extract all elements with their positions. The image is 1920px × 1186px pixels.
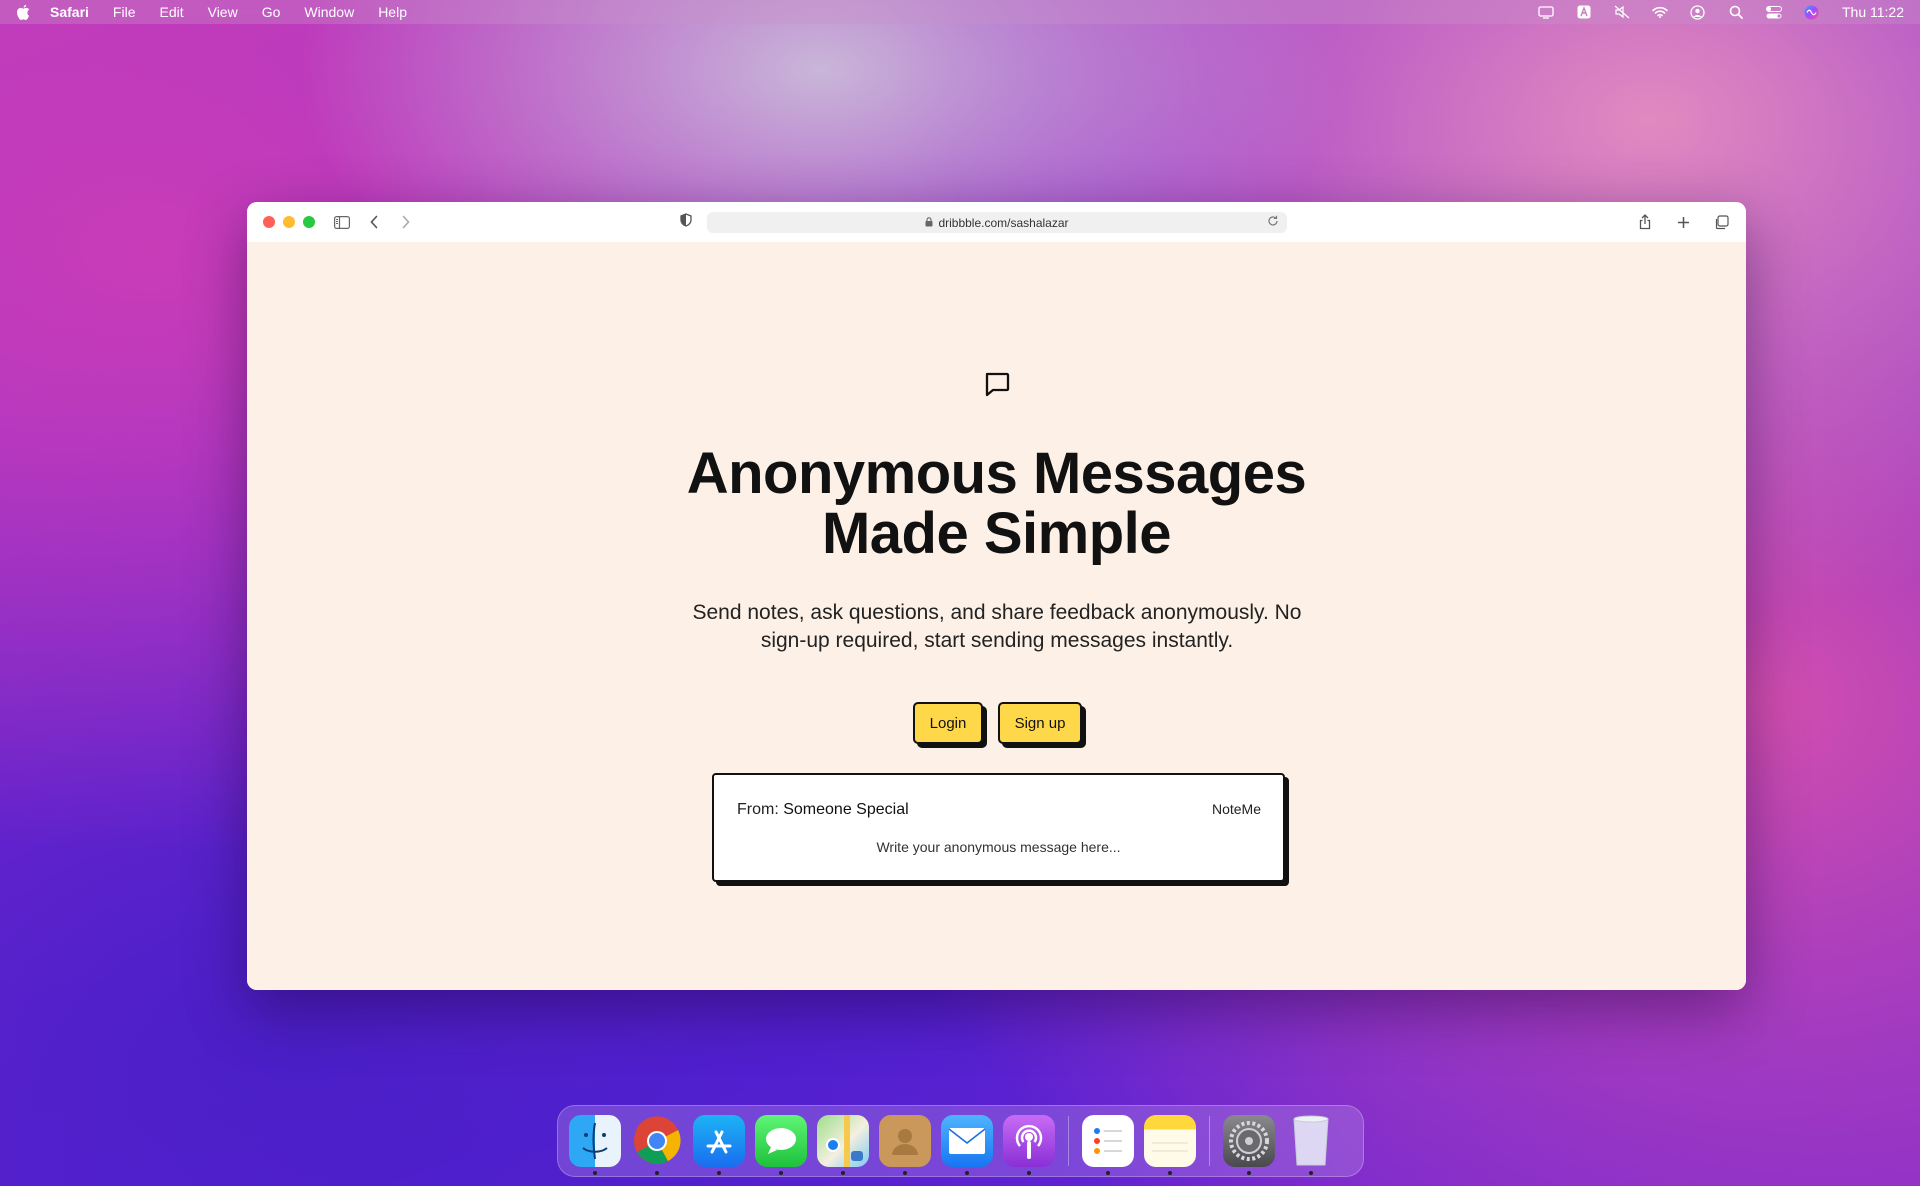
menu-file[interactable]: File [113,4,136,20]
minimize-window-button[interactable] [283,216,295,228]
message-preview-card[interactable]: From: Someone Special NoteMe Write your … [712,773,1285,882]
message-from: From: Someone Special [737,801,909,819]
reminders-icon[interactable] [1082,1115,1134,1175]
screen-mirroring-icon[interactable] [1538,5,1554,19]
wifi-icon[interactable] [1652,5,1668,19]
hero-title-line-1: Anonymous Messages [686,441,1307,506]
dock-separator-2 [1209,1116,1210,1166]
mail-icon[interactable] [941,1115,993,1175]
zoom-window-button[interactable] [303,216,315,228]
menu-edit[interactable]: Edit [159,4,183,20]
from-prefix: From: [737,801,779,818]
finder-icon[interactable] [569,1115,621,1175]
address-bar[interactable]: dribbble.com/sashalazar [707,212,1287,233]
tab-overview-icon[interactable] [1712,213,1730,231]
app-store-icon[interactable] [693,1115,745,1175]
contacts-icon[interactable] [879,1115,931,1175]
user-account-icon[interactable] [1690,4,1706,20]
menu-help[interactable]: Help [378,4,407,20]
share-icon[interactable] [1636,213,1654,231]
browser-toolbar: dribbble.com/sashalazar [247,202,1746,242]
mute-icon[interactable] [1614,5,1630,19]
back-icon[interactable] [365,213,383,231]
sidebar-toggle-icon[interactable] [333,213,351,231]
from-name: Someone Special [783,801,909,818]
login-button[interactable]: Login [913,702,983,744]
trash-icon[interactable] [1285,1115,1337,1175]
siri-icon[interactable] [1804,5,1820,19]
brand-label: NoteMe [1211,801,1261,817]
menu-clock[interactable]: Thu 11:22 [1842,4,1904,20]
forward-icon[interactable] [397,213,415,231]
close-window-button[interactable] [263,216,275,228]
podcasts-icon[interactable] [1003,1115,1055,1175]
dock-separator [1068,1116,1069,1166]
hero-subtitle: Send notes, ask questions, and share fee… [692,601,1302,652]
menu-window[interactable]: Window [304,4,354,20]
privacy-shield-icon[interactable] [680,213,692,232]
hero-title-line-2: Made Simple [821,501,1172,566]
signup-button[interactable]: Sign up [998,702,1082,744]
spotlight-search-icon[interactable] [1728,5,1744,19]
chrome-icon[interactable] [631,1115,683,1175]
message-placeholder[interactable]: Write your anonymous message here... [714,839,1283,855]
control-center-icon[interactable] [1765,5,1782,19]
menu-view[interactable]: View [208,4,238,20]
keyboard-input-icon[interactable] [1576,5,1592,19]
safari-window: dribbble.com/sashalazar Anonymous Messag… [247,202,1746,990]
lock-icon [925,216,933,230]
notes-icon[interactable] [1144,1115,1196,1175]
maps-icon[interactable] [817,1115,869,1175]
dock [557,1105,1364,1177]
chat-bubble-icon [983,370,1011,398]
reload-icon[interactable] [1267,215,1279,230]
menu-go[interactable]: Go [262,4,281,20]
new-tab-icon[interactable] [1674,213,1692,231]
apple-menu-icon[interactable] [16,4,30,20]
web-page: Anonymous Messages Made Simple Send note… [247,242,1746,990]
hero-title: Anonymous Messages Made Simple [247,444,1746,564]
messages-icon[interactable] [755,1115,807,1175]
menu-bar: Safari File Edit View Go Window Help Thu… [0,0,1920,24]
menu-app-name[interactable]: Safari [50,4,89,20]
system-settings-icon[interactable] [1223,1115,1275,1175]
url-text: dribbble.com/sashalazar [938,215,1069,230]
